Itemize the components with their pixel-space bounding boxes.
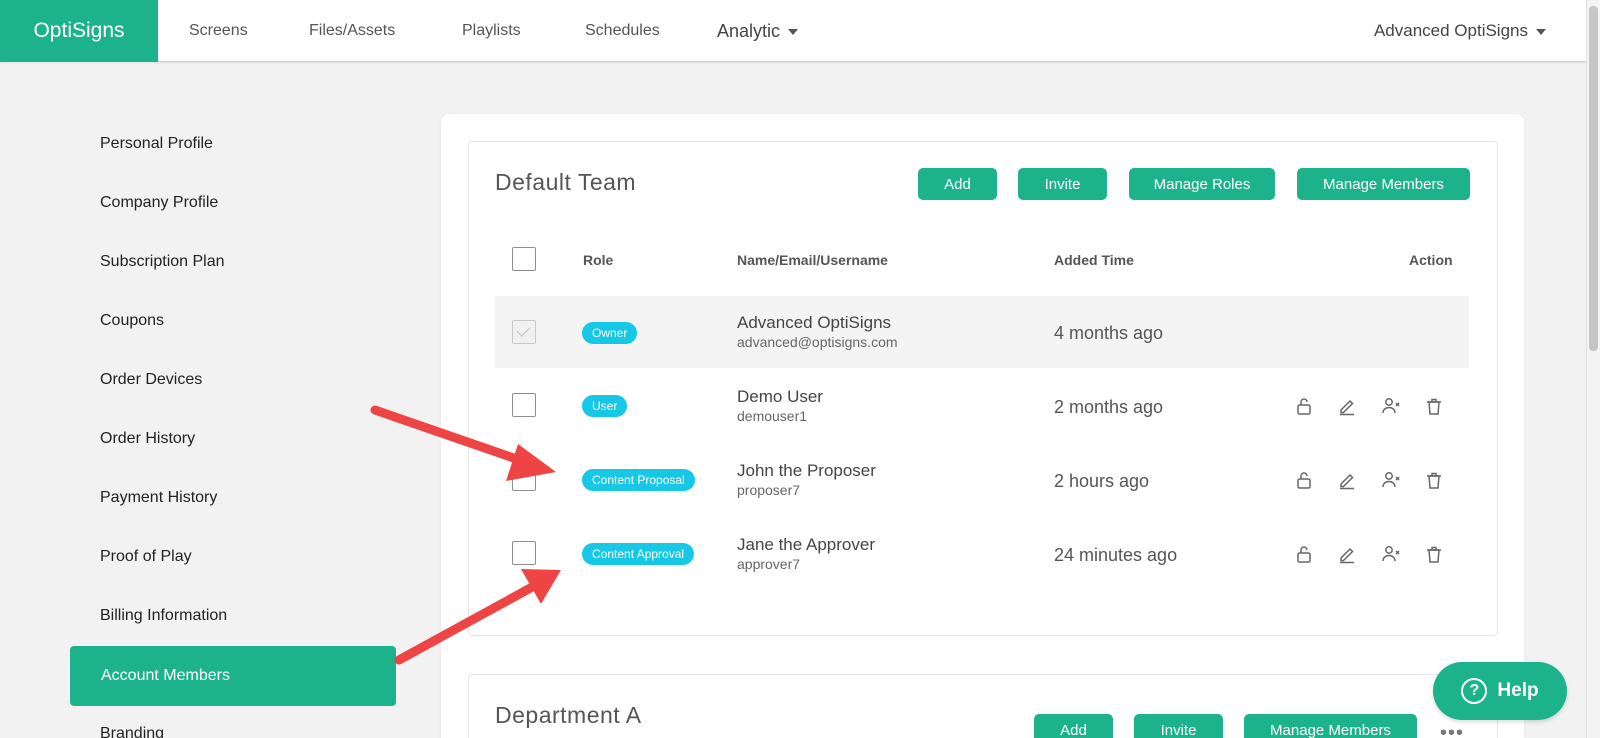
table-row <box>495 296 1469 368</box>
sidebar-item-proof-of-play[interactable]: Proof of Play <box>100 548 192 566</box>
member-name: Demo User <box>737 387 823 406</box>
invite-button[interactable]: Invite <box>1134 714 1223 738</box>
manage-members-button[interactable]: Manage Members <box>1244 714 1417 738</box>
added-time: 24 minutes ago <box>1054 545 1178 565</box>
column-header-name: Name/Email/Username <box>737 252 888 268</box>
nav-files-assets[interactable]: Files/Assets <box>309 0 395 62</box>
remove-user-icon[interactable] <box>1381 470 1401 490</box>
trash-icon[interactable] <box>1424 396 1444 416</box>
remove-user-icon[interactable] <box>1381 396 1401 416</box>
sidebar-item-subscription-plan[interactable]: Subscription Plan <box>100 253 225 271</box>
row-checkbox <box>512 320 536 344</box>
team-title: Default Team <box>495 169 637 195</box>
select-all-checkbox[interactable] <box>512 247 536 271</box>
column-header-role: Role <box>583 252 614 268</box>
add-button[interactable]: Add <box>1034 714 1113 738</box>
manage-members-button[interactable]: Manage Members <box>1297 168 1470 200</box>
trash-icon[interactable] <box>1424 544 1444 564</box>
member-username: demouser1 <box>737 408 808 424</box>
sidebar-item-account-members[interactable]: Account Members <box>70 646 396 706</box>
account-menu[interactable]: Advanced OptiSigns <box>1374 0 1546 62</box>
row-checkbox[interactable] <box>512 393 536 417</box>
nav-schedules[interactable]: Schedules <box>585 0 660 62</box>
manage-roles-button[interactable]: Manage Roles <box>1129 168 1275 200</box>
help-button[interactable]: ? Help <box>1433 662 1567 720</box>
member-name: Jane the Approver <box>737 535 875 554</box>
member-name: Advanced OptiSigns <box>737 313 892 332</box>
sidebar-item-coupons[interactable]: Coupons <box>100 312 164 330</box>
nav-screens[interactable]: Screens <box>189 0 248 62</box>
remove-user-icon[interactable] <box>1381 544 1401 564</box>
edit-icon[interactable] <box>1337 396 1357 416</box>
sidebar-item-payment-history[interactable]: Payment History <box>100 489 217 507</box>
team-title: Department A <box>495 702 642 728</box>
nav-analytic-label: Analytic <box>717 21 781 41</box>
trash-icon[interactable] <box>1424 470 1444 490</box>
account-name: Advanced OptiSigns <box>1373 21 1528 40</box>
logo[interactable]: OptiSigns <box>0 0 158 62</box>
unlock-icon[interactable] <box>1294 470 1314 490</box>
column-header-action: Action <box>1409 252 1453 268</box>
add-button[interactable]: Add <box>918 168 997 200</box>
added-time: 2 months ago <box>1054 397 1164 417</box>
member-username: proposer7 <box>737 482 801 498</box>
scrollbar-thumb[interactable] <box>1589 6 1598 351</box>
role-badge: User <box>582 395 628 417</box>
added-time: 4 months ago <box>1054 323 1164 343</box>
help-label: Help <box>1497 680 1539 701</box>
invite-button[interactable]: Invite <box>1018 168 1107 200</box>
column-header-added: Added Time <box>1054 252 1134 268</box>
member-username: approver7 <box>737 556 801 572</box>
role-badge: Content Proposal <box>582 469 695 491</box>
sidebar-item-personal-profile[interactable]: Personal Profile <box>100 135 213 153</box>
unlock-icon[interactable] <box>1294 396 1314 416</box>
nav-analytic[interactable]: Analytic <box>717 0 799 62</box>
unlock-icon[interactable] <box>1294 544 1314 564</box>
sidebar-item-company-profile[interactable]: Company Profile <box>100 194 218 212</box>
more-options-icon[interactable]: ••• <box>1440 722 1464 738</box>
role-badge: Content Approval <box>582 543 695 565</box>
sidebar-item-branding[interactable]: Branding <box>100 725 164 738</box>
sidebar-item-order-devices[interactable]: Order Devices <box>100 371 202 389</box>
chevron-down-icon <box>1536 28 1546 35</box>
edit-icon[interactable] <box>1337 544 1357 564</box>
role-badge: Owner <box>582 322 638 344</box>
chevron-down-icon <box>788 29 799 36</box>
member-email: advanced@optisigns.com <box>737 334 898 350</box>
sidebar-item-order-history[interactable]: Order History <box>100 430 195 448</box>
nav-playlists[interactable]: Playlists <box>462 0 521 62</box>
row-checkbox[interactable] <box>512 541 536 565</box>
sidebar-item-billing-information[interactable]: Billing Information <box>100 607 227 625</box>
member-name: John the Proposer <box>737 461 876 480</box>
question-icon: ? <box>1461 678 1488 704</box>
row-checkbox[interactable] <box>512 467 536 491</box>
top-nav: OptiSigns Screens Files/Assets Playlists… <box>0 0 1600 62</box>
edit-icon[interactable] <box>1337 470 1357 490</box>
added-time: 2 hours ago <box>1054 471 1150 491</box>
scrollbar[interactable] <box>1586 0 1600 738</box>
